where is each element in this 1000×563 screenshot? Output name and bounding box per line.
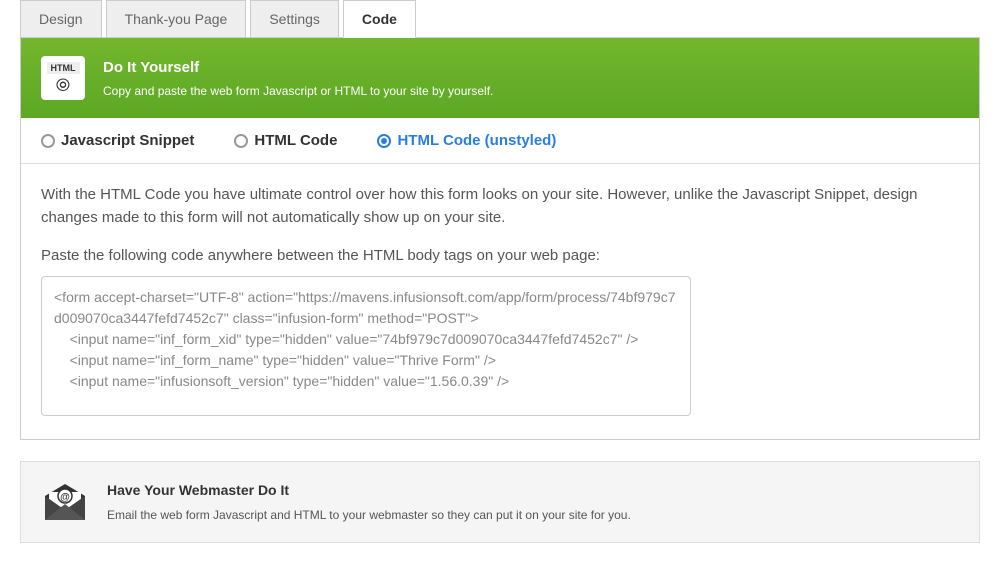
tab-design[interactable]: Design	[20, 0, 102, 38]
tab-thankyou[interactable]: Thank-you Page	[106, 0, 247, 38]
banner-title: Do It Yourself	[103, 59, 959, 76]
option-label: HTML Code (unstyled)	[397, 132, 556, 149]
tab-code[interactable]: Code	[343, 0, 416, 38]
radio-icon	[234, 134, 248, 148]
description-text: With the HTML Code you have ultimate con…	[41, 184, 959, 229]
tab-bar: Design Thank-you Page Settings Code	[0, 0, 1000, 38]
tab-settings[interactable]: Settings	[250, 0, 339, 38]
webmaster-subtitle: Email the web form Javascript and HTML t…	[107, 508, 959, 522]
diy-banner: HTML ⦾ Do It Yourself Copy and paste the…	[21, 38, 979, 118]
html-globe-icon: HTML ⦾	[41, 56, 85, 100]
tab-content: HTML ⦾ Do It Yourself Copy and paste the…	[20, 37, 980, 440]
option-javascript-snippet[interactable]: Javascript Snippet	[41, 132, 194, 149]
option-html-code-unstyled[interactable]: HTML Code (unstyled)	[377, 132, 556, 149]
svg-text:@: @	[60, 492, 70, 503]
banner-subtitle: Copy and paste the web form Javascript o…	[103, 84, 959, 98]
code-textarea[interactable]	[41, 276, 691, 416]
globe-icon: ⦾	[56, 76, 70, 94]
radio-icon	[377, 134, 391, 148]
mail-at-icon: @	[41, 482, 89, 522]
webmaster-title: Have Your Webmaster Do It	[107, 482, 959, 498]
webmaster-panel[interactable]: @ Have Your Webmaster Do It Email the we…	[20, 461, 980, 543]
option-html-code[interactable]: HTML Code	[234, 132, 337, 149]
radio-icon	[41, 134, 55, 148]
paste-instruction: Paste the following code anywhere betwee…	[41, 247, 959, 264]
html-badge: HTML	[47, 62, 80, 74]
option-label: Javascript Snippet	[61, 132, 194, 149]
option-label: HTML Code	[254, 132, 337, 149]
code-type-options: Javascript Snippet HTML Code HTML Code (…	[21, 118, 979, 164]
